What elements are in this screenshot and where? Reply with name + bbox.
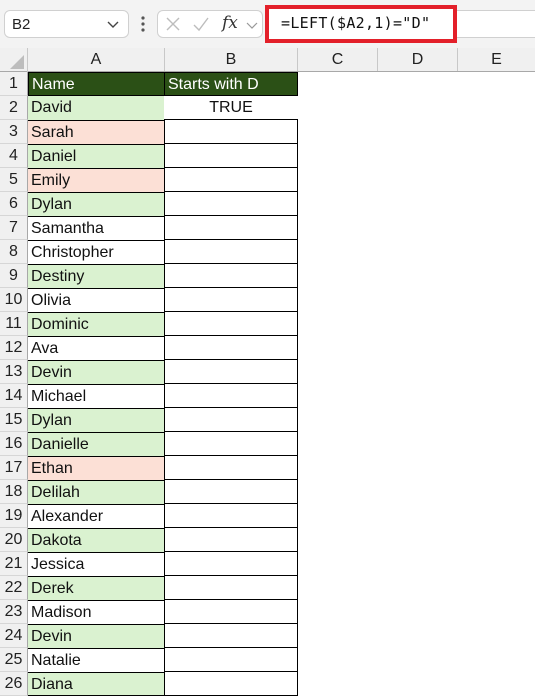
cell-starts-with-d[interactable] [164, 599, 298, 624]
cell-name[interactable]: Delilah [28, 480, 165, 504]
cell-name[interactable]: Destiny [28, 264, 165, 288]
cell-name[interactable]: Danielle [28, 432, 165, 456]
row-header[interactable]: 9 [0, 264, 28, 288]
row-header[interactable]: 16 [0, 432, 28, 456]
name-box[interactable]: B2 [4, 10, 129, 38]
row-header[interactable]: 10 [0, 288, 28, 312]
cell-starts-with-d[interactable] [164, 575, 298, 600]
row-header[interactable]: 5 [0, 168, 28, 192]
cell-starts-with-d[interactable] [164, 167, 298, 192]
row-header[interactable]: 15 [0, 408, 28, 432]
cell-name[interactable]: Alexander [28, 504, 165, 528]
cell-name[interactable]: Emily [28, 168, 165, 192]
x-icon[interactable] [165, 16, 181, 32]
row-header[interactable]: 3 [0, 120, 28, 144]
cell-name[interactable]: Sarah [28, 120, 165, 144]
column-header-row: A B C D E [0, 48, 535, 72]
cell-name[interactable]: David [28, 96, 165, 120]
formula-bar-highlight[interactable]: =LEFT($A2,1)="D" [265, 5, 457, 43]
cell-name[interactable]: Samantha [28, 216, 165, 240]
cell-starts-with-d[interactable] [164, 143, 298, 168]
cell-starts-with-d[interactable] [164, 359, 298, 384]
row-header[interactable]: 23 [0, 600, 28, 624]
row-header[interactable]: 22 [0, 576, 28, 600]
cell-name[interactable]: Dylan [28, 408, 165, 432]
cell-starts-with-d[interactable] [164, 239, 298, 264]
row-header[interactable]: 1 [0, 72, 28, 96]
row-header[interactable]: 4 [0, 144, 28, 168]
select-all-button[interactable] [0, 48, 28, 72]
formula-buttons: fx [157, 10, 263, 38]
cell-name[interactable]: Jessica [28, 552, 165, 576]
cell-name[interactable]: Diana [28, 672, 165, 696]
cell-starts-with-d[interactable] [164, 503, 298, 528]
check-icon[interactable] [192, 16, 210, 32]
formula-bar-extension[interactable] [457, 10, 535, 38]
cell-starts-with-d[interactable] [164, 191, 298, 216]
row-header[interactable]: 13 [0, 360, 28, 384]
chevron-down-icon[interactable] [106, 17, 120, 31]
column-header-e[interactable]: E [458, 48, 535, 71]
row-header[interactable]: 26 [0, 672, 28, 696]
cell-starts-with-d[interactable] [164, 671, 298, 696]
cell-name[interactable]: Michael [28, 384, 165, 408]
cell-name[interactable]: Ava [28, 336, 165, 360]
cell-name[interactable]: Derek [28, 576, 165, 600]
cell-starts-with-d[interactable] [164, 311, 298, 336]
formula-input[interactable]: =LEFT($A2,1)="D" [281, 14, 430, 32]
fx-icon[interactable]: fx [222, 13, 238, 33]
cell-name[interactable]: Olivia [28, 288, 165, 312]
formula-toolbar: B2 fx =LEFT($A2,1)="D" [0, 0, 535, 48]
cell-starts-with-d[interactable] [164, 119, 298, 144]
cell-name[interactable]: Dakota [28, 528, 165, 552]
row-header[interactable]: 21 [0, 552, 28, 576]
cell-name[interactable]: Ethan [28, 456, 165, 480]
row-header[interactable]: 11 [0, 312, 28, 336]
column-header-a[interactable]: A [28, 48, 165, 71]
cell-starts-with-d[interactable] [164, 551, 298, 576]
row-header[interactable]: 17 [0, 456, 28, 480]
cell-starts-with-d[interactable] [164, 215, 298, 240]
cell-name[interactable]: Madison [28, 600, 165, 624]
cell-starts-with-d[interactable] [164, 479, 298, 504]
column-header-d[interactable]: D [378, 48, 458, 71]
cell-name[interactable]: Daniel [28, 144, 165, 168]
cell-starts-with-d[interactable] [164, 455, 298, 480]
chevron-down-icon[interactable] [246, 19, 258, 31]
column-header-b[interactable]: B [165, 48, 298, 71]
cell-name[interactable]: Dominic [28, 312, 165, 336]
row-header[interactable]: 18 [0, 480, 28, 504]
cell-name[interactable]: Dylan [28, 192, 165, 216]
row-header[interactable]: 19 [0, 504, 28, 528]
cell-starts-with-d[interactable] [164, 431, 298, 456]
row-header[interactable]: 8 [0, 240, 28, 264]
row-header[interactable]: 25 [0, 648, 28, 672]
more-options-icon[interactable] [141, 15, 145, 33]
row-header[interactable]: 7 [0, 216, 28, 240]
row-header[interactable]: 14 [0, 384, 28, 408]
cell-name[interactable]: Natalie [28, 648, 165, 672]
row-header[interactable]: 24 [0, 624, 28, 648]
column-header-c[interactable]: C [298, 48, 378, 71]
header-cell-name[interactable]: Name [28, 72, 165, 96]
cell-starts-with-d[interactable] [164, 527, 298, 552]
cell-starts-with-d[interactable] [164, 335, 298, 360]
cell-starts-with-d[interactable] [164, 287, 298, 312]
name-box-value: B2 [12, 15, 31, 33]
cell-starts-with-d[interactable]: TRUE [164, 96, 298, 120]
cell-starts-with-d[interactable] [164, 407, 298, 432]
header-cell-starts-with-d[interactable]: Starts with D [164, 72, 298, 96]
cell-starts-with-d[interactable] [164, 383, 298, 408]
cell-starts-with-d[interactable] [164, 647, 298, 672]
row-header[interactable]: 6 [0, 192, 28, 216]
row-header[interactable]: 12 [0, 336, 28, 360]
row-header[interactable]: 20 [0, 528, 28, 552]
cell-name[interactable]: Christopher [28, 240, 165, 264]
cell-starts-with-d[interactable] [164, 623, 298, 648]
cell-starts-with-d[interactable] [164, 263, 298, 288]
row-header[interactable]: 2 [0, 96, 28, 120]
cell-name[interactable]: Devin [28, 360, 165, 384]
cell-name[interactable]: Devin [28, 624, 165, 648]
